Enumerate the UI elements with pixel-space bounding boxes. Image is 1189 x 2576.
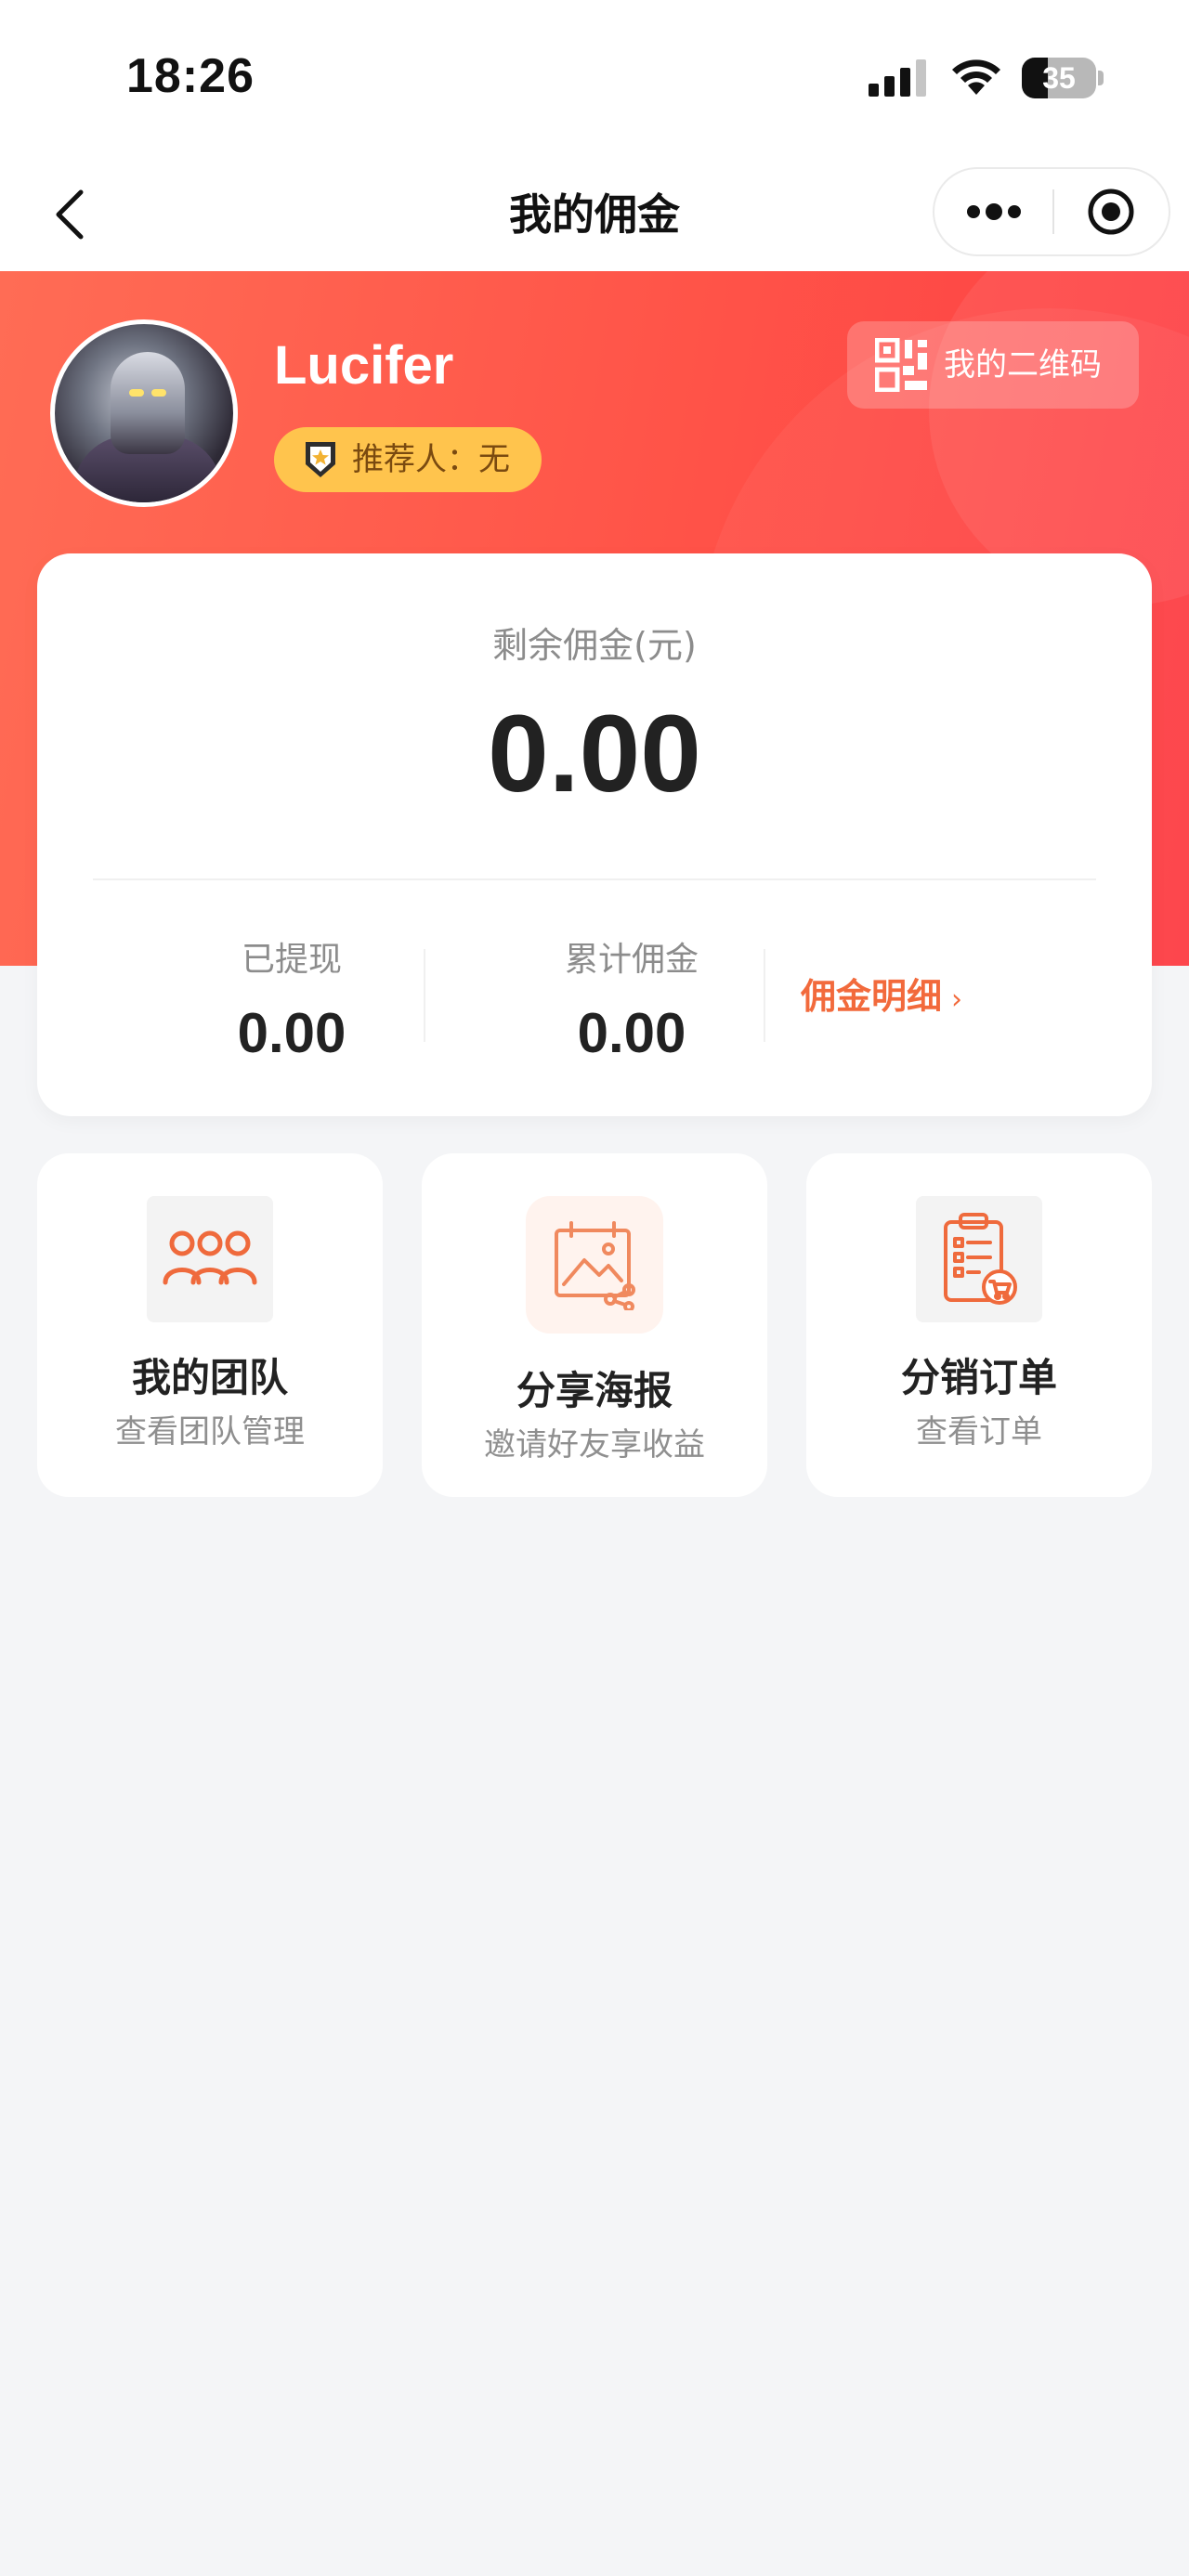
qr-label: 我的二维码 [944, 346, 1102, 384]
balance-card: 剩余佣金(元) 0.00 已提现 0.00 累计佣金 0.00 佣金明细 › [37, 553, 1152, 1116]
close-button[interactable] [1053, 169, 1169, 254]
withdrawn-stat: 已提现 0.00 [124, 932, 459, 1065]
commission-detail-label: 佣金明细 [801, 976, 943, 1017]
chevron-right-icon: › [951, 983, 963, 1016]
feature-title: 分享海报 [516, 1368, 673, 1413]
signal-icon [869, 59, 926, 97]
status-time: 18:26 [126, 49, 255, 103]
referrer-label: 推荐人：无 [352, 441, 510, 478]
wifi-icon [952, 59, 1000, 95]
withdrawn-value: 0.00 [237, 1002, 346, 1064]
target-close-icon [1088, 189, 1134, 235]
referrer-badge: 推荐人：无 [274, 427, 542, 492]
poster-share-icon [555, 1221, 635, 1310]
stat-divider [764, 949, 765, 1042]
balance-value: 0.00 [488, 693, 701, 815]
feature-card-team[interactable]: 我的团队 查看团队管理 [37, 1153, 383, 1497]
stat-divider [424, 949, 425, 1042]
order-clipboard-icon [944, 1213, 1017, 1305]
user-name: Lucifer [274, 335, 454, 396]
feature-title: 我的团队 [131, 1355, 288, 1400]
feature-subtitle: 查看团队管理 [115, 1413, 305, 1451]
feature-subtitle: 查看订单 [916, 1413, 1042, 1451]
my-qr-code-button[interactable]: 我的二维码 [847, 321, 1139, 409]
avatar[interactable] [50, 319, 238, 507]
status-bar: 18:26 35 [0, 0, 1189, 158]
more-button[interactable] [934, 169, 1053, 254]
team-icon-box [147, 1196, 273, 1322]
total-commission-stat: 累计佣金 0.00 [464, 932, 799, 1065]
more-dots-icon [967, 203, 1021, 220]
nav-bar: 我的佣金 [0, 158, 1189, 271]
mini-program-capsule [933, 167, 1170, 256]
order-icon-box [916, 1196, 1042, 1322]
withdrawn-label: 已提现 [241, 941, 342, 979]
poster-icon-box [526, 1196, 663, 1334]
qr-code-icon [875, 338, 927, 392]
team-icon [163, 1230, 257, 1285]
balance-label: 剩余佣金(元) [492, 625, 697, 666]
battery-level: 35 [1042, 61, 1076, 95]
feature-title: 分销订单 [900, 1355, 1057, 1400]
total-commission-value: 0.00 [577, 1002, 686, 1064]
battery-icon: 35 [1022, 58, 1104, 98]
total-commission-label: 累计佣金 [564, 941, 699, 979]
back-button[interactable] [37, 182, 102, 247]
commission-detail-link[interactable]: 佣金明细 › [801, 968, 962, 1019]
card-divider [93, 878, 1096, 880]
feature-card-orders[interactable]: 分销订单 查看订单 [806, 1153, 1152, 1497]
feature-subtitle: 邀请好友享收益 [484, 1426, 705, 1464]
chevron-left-icon [56, 189, 84, 240]
feature-card-poster[interactable]: 分享海报 邀请好友享收益 [422, 1153, 767, 1497]
shield-star-icon [306, 442, 335, 477]
